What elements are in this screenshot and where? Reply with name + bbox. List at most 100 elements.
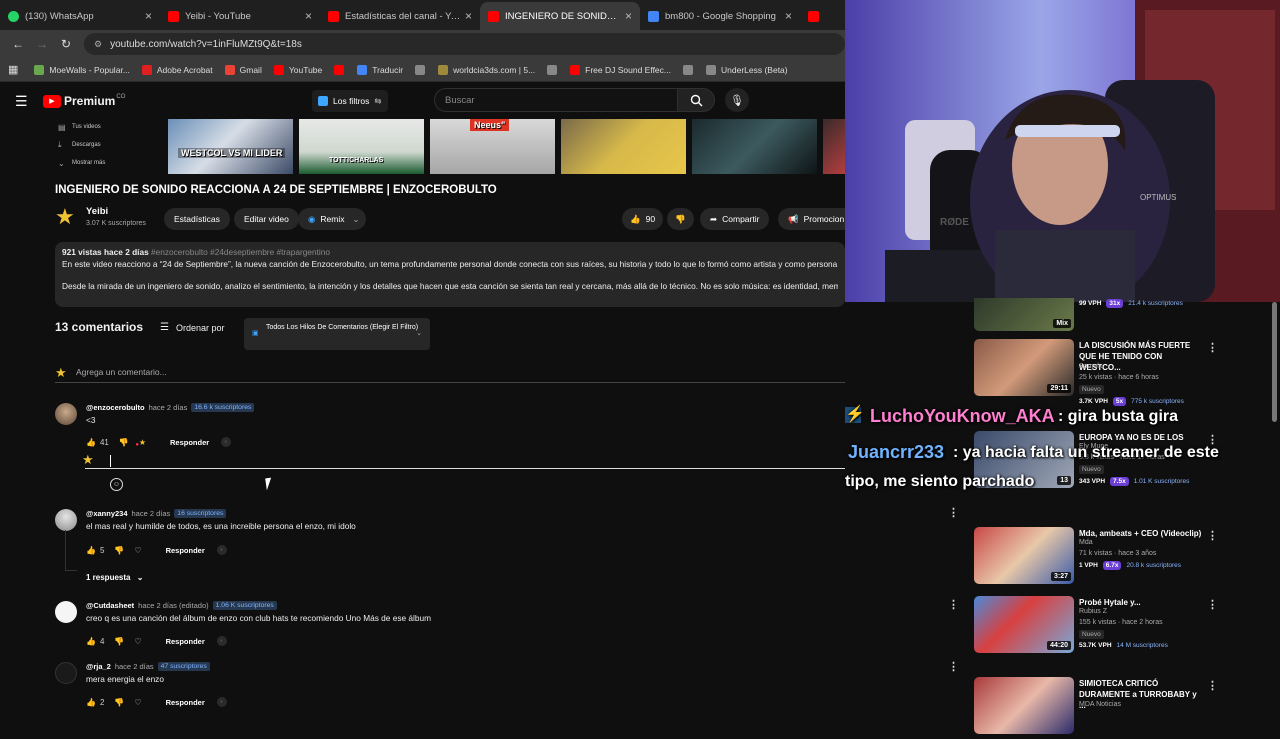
strip-thumbnail[interactable] — [561, 119, 686, 174]
dislike-comment-button[interactable]: 👎 — [114, 546, 124, 555]
related-video-card[interactable]: SIMIOTECA CRITICÓ DURAMENTE a TURROBABY … — [974, 677, 1230, 739]
share-button[interactable]: ➦ Compartir — [700, 208, 770, 230]
comment-more-icon[interactable]: ⋮ — [948, 660, 959, 673]
reply-button[interactable]: Responder — [170, 438, 209, 447]
close-tab-icon[interactable]: × — [465, 9, 472, 23]
avatar[interactable] — [55, 403, 77, 425]
more-options-icon[interactable]: ⋮ — [1207, 598, 1218, 611]
voice-search-button[interactable]: 🎙 — [725, 88, 749, 112]
stats-button[interactable]: Estadísticas — [164, 208, 230, 230]
bookmark-item[interactable] — [683, 64, 698, 75]
reload-icon[interactable]: ↻ — [54, 37, 78, 51]
channel-name[interactable]: MDA Noticias — [1079, 701, 1121, 708]
thread-filter-dropdown[interactable]: ▣ Todos Los Hilos De Comentarios (Elegir… — [244, 318, 430, 350]
video-thumbnail[interactable]: 3:27 — [974, 527, 1074, 584]
bookmark-item[interactable]: Gmail — [224, 64, 262, 75]
menu-icon[interactable]: ☰ — [15, 93, 33, 110]
more-options-icon[interactable]: ⋮ — [1207, 341, 1218, 354]
tab-current-video[interactable]: INGENIERO DE SONIDO REACCIONA× — [480, 2, 640, 30]
youtube-premium-logo[interactable]: ▶ Premium CO — [43, 94, 125, 108]
sort-button[interactable]: ☰ Ordenar por — [160, 322, 225, 333]
hashtags[interactable]: #enzocerobulto #24deseptiembre #traparge… — [151, 247, 330, 257]
comment-author[interactable]: @rja_2 — [86, 662, 111, 671]
reply-button[interactable]: Responder — [166, 637, 205, 646]
video-description[interactable]: 921 vistas hace 2 días #enzocerobulto #2… — [55, 242, 845, 307]
close-tab-icon[interactable]: × — [145, 9, 152, 23]
channel-name[interactable]: Samulx — [1079, 363, 1102, 370]
reply-button[interactable]: Responder — [166, 546, 205, 555]
search-input[interactable]: Buscar — [434, 88, 678, 112]
more-options-icon[interactable]: ⋮ — [1207, 529, 1218, 542]
heart-icon[interactable]: ♡ — [134, 546, 141, 555]
more-options-icon[interactable]: ⋮ — [1207, 679, 1218, 692]
video-thumbnail[interactable] — [974, 677, 1074, 734]
comment-more-icon[interactable]: ⋮ — [948, 598, 959, 611]
like-comment-button[interactable]: 👍 — [86, 438, 96, 447]
close-tab-icon[interactable]: × — [625, 9, 632, 23]
strip-thumbnail[interactable]: Neeus" — [430, 119, 555, 174]
dislike-comment-button[interactable]: 👎 — [114, 698, 124, 707]
dislike-button[interactable]: 👎 — [667, 208, 694, 230]
dislike-comment-button[interactable]: 👎 — [119, 438, 129, 447]
add-comment-field[interactable]: ★ Agrega un comentario... — [55, 365, 845, 383]
guide-item-downloads[interactable]: ⤓ Descargas — [58, 136, 158, 154]
tab-whatsapp[interactable]: (130) WhatsApp × — [0, 2, 160, 30]
strip-thumbnail[interactable] — [692, 119, 817, 174]
remix-button[interactable]: ◉ Remix ⌄ — [298, 208, 366, 230]
avatar[interactable] — [55, 662, 77, 684]
like-button[interactable]: 👍 90 — [622, 208, 664, 230]
bookmark-item[interactable]: UnderLess (Beta) — [706, 64, 788, 75]
comment-author[interactable]: @Cutdasheet — [86, 601, 134, 610]
dislike-comment-button[interactable]: 👎 — [114, 637, 124, 646]
bookmark-item[interactable]: YouTube — [273, 64, 322, 75]
avatar[interactable] — [55, 509, 77, 531]
bookmark-item[interactable] — [334, 64, 349, 75]
guide-item-show-more[interactable]: ⌄ Mostrar más — [58, 154, 158, 172]
creator-heart-icon[interactable]: ★ ● — [135, 438, 146, 448]
guide-item-your-videos[interactable]: ▤ Tus videos — [58, 118, 158, 136]
bookmark-item[interactable]: Traducir — [357, 64, 403, 75]
video-title[interactable]: Mda, ambeats + CEO (Videoclip) — [1079, 528, 1204, 539]
bookmark-item[interactable]: Free DJ Sound Effec... — [570, 64, 671, 75]
comment-more-icon[interactable]: ⋮ — [948, 506, 959, 519]
avatar[interactable] — [55, 601, 77, 623]
like-comment-button[interactable]: 👍 — [86, 546, 96, 555]
site-info-icon[interactable]: ⚙ — [94, 39, 102, 50]
url-field[interactable]: ⚙ youtube.com/watch?v=1inFluMZt9Q&t=18s — [84, 33, 845, 55]
related-video-card[interactable]: Mix 99 VPH 31x 21.4 k suscriptores — [974, 298, 1230, 334]
channel-name[interactable]: Yeibi — [86, 206, 108, 217]
forward-icon[interactable]: → — [30, 37, 54, 51]
bookmark-item[interactable] — [415, 64, 430, 75]
comment-author[interactable]: @enzocerobulto — [86, 403, 145, 412]
filters-button[interactable]: Los filtros ⇆ — [312, 90, 388, 112]
like-comment-button[interactable]: 👍 — [86, 637, 96, 646]
bookmark-item[interactable]: MoeWalls - Popular... — [34, 64, 130, 75]
search-button[interactable] — [677, 88, 715, 112]
related-video-card[interactable]: 29:11 LA DISCUSIÓN MÁS FUERTE QUE HE TENI… — [974, 339, 1230, 406]
show-replies-button[interactable]: 1 respuesta ⌄ — [86, 573, 143, 582]
tab-estadisticas[interactable]: Estadísticas del canal - YouTube× — [320, 2, 480, 30]
emoji-icon[interactable]: ☺ — [110, 478, 123, 491]
tab-yeibi-youtube[interactable]: Yeibi - YouTube × — [160, 2, 320, 30]
video-title[interactable]: Probé Hytale y... — [1079, 597, 1204, 608]
video-thumbnail[interactable]: 44:20 — [974, 596, 1074, 653]
tab-partial[interactable]: S — [800, 2, 825, 30]
apps-grid-icon[interactable]: ▦ — [8, 63, 18, 76]
tab-google-shopping[interactable]: bm800 - Google Shopping × — [640, 2, 800, 30]
promote-button[interactable]: 📢 Promocion — [778, 208, 855, 230]
video-thumbnail[interactable]: 29:11 — [974, 339, 1074, 396]
back-icon[interactable]: ← — [6, 37, 30, 51]
related-video-card[interactable]: 3:27 Mda, ambeats + CEO (Videoclip) Mda 71 … — [974, 527, 1230, 589]
bookmark-item[interactable] — [547, 64, 562, 75]
close-tab-icon[interactable]: × — [785, 9, 792, 23]
channel-avatar-star-icon[interactable]: ★ — [55, 205, 79, 229]
heart-icon[interactable]: ♡ — [134, 637, 141, 646]
video-thumbnail[interactable]: Mix — [974, 298, 1074, 331]
strip-thumbnail[interactable]: TOTTICHARLAS — [299, 119, 424, 174]
related-video-card[interactable]: 44:20 Probé Hytale y... Rubius Z 155 k vist… — [974, 596, 1230, 658]
strip-thumbnail[interactable]: WESTCOL VS MI LIDER — [168, 119, 293, 174]
bookmark-item[interactable]: worldcia3ds.com | 5... — [438, 64, 535, 75]
edit-video-button[interactable]: Editar video — [234, 208, 299, 230]
reply-button[interactable]: Responder — [166, 698, 205, 707]
close-tab-icon[interactable]: × — [305, 9, 312, 23]
